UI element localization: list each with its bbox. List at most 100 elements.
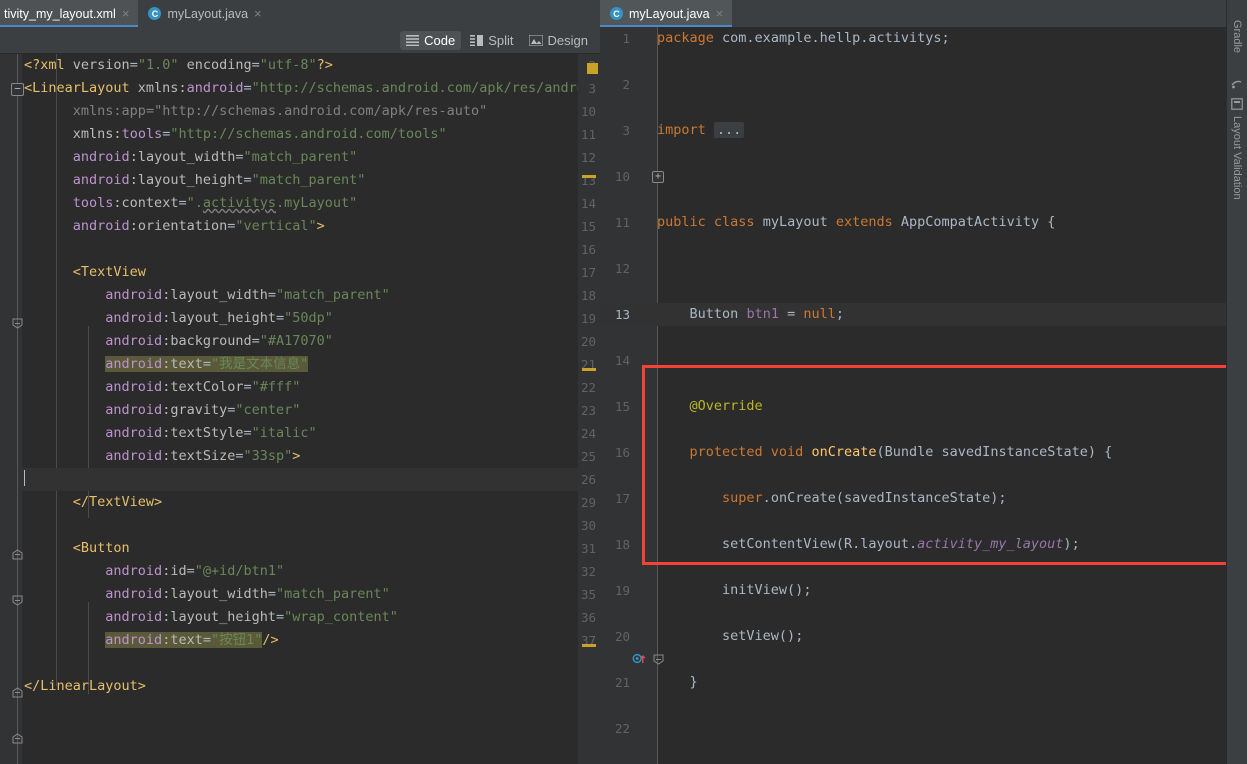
code-row: 11 <> public class myLayout extends AppC… (600, 211, 1227, 322)
gradle-icon (1231, 80, 1242, 89)
view-mode-label: Code (424, 32, 456, 48)
line-number: 20 (580, 334, 596, 349)
code-line: android:gravity="center" (105, 402, 301, 418)
code-line: android:textStyle="italic" (105, 425, 317, 441)
view-mode-design[interactable]: Design (523, 31, 594, 50)
java-code-area[interactable]: 1 package com.example.hellp.activitys; 2… (600, 27, 1247, 764)
line-number: 21 (580, 357, 596, 372)
line-number: 11 (614, 215, 630, 230)
line-number: 10 (614, 169, 630, 184)
line-number: 15 (614, 399, 630, 414)
line-number: 26 (580, 472, 596, 487)
code-line: android:text="按钮1"/> (105, 632, 279, 648)
close-icon[interactable]: × (122, 7, 130, 20)
line-number: 14 (614, 353, 630, 368)
warning-marker[interactable] (582, 368, 596, 371)
java-lines[interactable]: 1 package com.example.hellp.activitys; 2… (600, 27, 1227, 736)
overriding-method-icon[interactable] (632, 652, 648, 665)
tool-window-layout-validation[interactable]: Layout Validation (1231, 116, 1243, 200)
code-line: <LinearLayout xmlns:android="http://sche… (24, 80, 600, 96)
code-line: xmlns:app="http://schemas.android.com/ap… (72, 103, 488, 119)
warning-marker[interactable] (582, 644, 596, 647)
layout-view-mode-toolbar: Code Split Design (0, 27, 600, 54)
line-number: 18 (580, 288, 596, 303)
code-view-icon (406, 34, 420, 46)
line-number: 31 (580, 541, 596, 556)
line-number: 2 (622, 77, 630, 92)
xml-line-number-gutter[interactable]: 2 3 10 11 12 13 14 15 16 17 18 19 20 21 … (578, 54, 600, 764)
code-line: android:layout_width="match_parent" (72, 149, 358, 165)
view-mode-split[interactable]: Split (464, 31, 519, 50)
code-row-current: 13 Button btn1 = null; (600, 303, 1227, 326)
code-line: <Button (72, 540, 130, 556)
tab-label: tivity_my_layout.xml (4, 6, 116, 21)
warning-marker[interactable] (587, 63, 598, 74)
line-number: 17 (580, 265, 596, 280)
view-mode-code[interactable]: Code (400, 30, 462, 50)
code-line: </LinearLayout> (24, 678, 146, 694)
xml-line-numbers: 2 3 10 11 12 13 14 15 16 17 18 19 20 21 … (578, 54, 600, 652)
line-number: 10 (580, 104, 596, 119)
code-line: <TextView (72, 264, 146, 280)
line-number: 15 (580, 219, 596, 234)
line-number: 37 (580, 633, 596, 648)
close-icon[interactable]: × (254, 7, 262, 20)
code-row: 10 (600, 165, 1227, 188)
line-number: 13 (614, 307, 630, 322)
code-line: android:layout_width="match_parent" (105, 586, 390, 602)
left-editor-tabbar: tivity_my_layout.xml × C myLayout.java × (0, 0, 600, 27)
line-number: 36 (580, 610, 596, 625)
code-row: 21 } (600, 671, 1227, 694)
fold-marker-linearlayout-end[interactable] (11, 733, 24, 746)
tab-activity-my-layout-xml[interactable]: tivity_my_layout.xml × (0, 0, 139, 27)
line-number: 1 (622, 31, 630, 46)
code-line: android:layout_height="50dp" (105, 310, 333, 326)
code-row: 16 protected void onCreate(Bundle savedI… (600, 441, 1227, 665)
xml-lines[interactable]: <?xml version="1.0" encoding="utf-8"?> <… (22, 54, 600, 698)
line-number: 13 (580, 173, 596, 188)
code-row: 19 initView(); (600, 579, 1227, 602)
design-view-icon (528, 34, 543, 46)
code-row: 14 (600, 349, 1227, 372)
code-line: android:layout_height="wrap_content" (105, 609, 398, 625)
code-line: </TextView> (72, 494, 163, 510)
android-studio-editor: tivity_my_layout.xml × C myLayout.java ×… (0, 0, 1247, 764)
line-number: 12 (614, 261, 630, 276)
code-row: 2 (600, 73, 1227, 96)
code-line: android:layout_width="match_parent" (105, 287, 390, 303)
code-row: 1 package com.example.hellp.activitys; (600, 27, 1227, 50)
code-line: xmlns:tools="http://schemas.android.com/… (72, 126, 447, 142)
tab-label: myLayout.java (167, 6, 249, 21)
tab-mylayout-java[interactable]: C myLayout.java × (138, 0, 270, 27)
tool-window-gradle[interactable]: Gradle (1231, 20, 1243, 53)
line-number: 3 (588, 81, 596, 96)
tab-mylayout-java-active[interactable]: C myLayout.java × (600, 0, 733, 27)
code-row: 3 + import ... (600, 119, 1227, 183)
text-caret (24, 470, 25, 486)
code-row: 15 @Override (600, 395, 1227, 418)
line-number: 12 (580, 150, 596, 165)
split-view-icon (470, 34, 484, 46)
code-line: android:id="@+id/btn1" (105, 563, 285, 579)
java-class-icon: C (610, 7, 623, 20)
code-line: <?xml version="1.0" encoding="utf-8"?> (24, 57, 333, 73)
line-number: 22 (614, 721, 630, 736)
code-line: android:layout_height="match_parent" (72, 172, 366, 188)
xml-editor-pane: tivity_my_layout.xml × C myLayout.java ×… (0, 0, 600, 764)
warning-marker[interactable] (582, 175, 596, 178)
line-number: 19 (614, 583, 630, 598)
fold-marker-oncreate[interactable] (652, 654, 664, 666)
java-editor-pane: C myLayout.java × 1 package com.example.… (600, 0, 1247, 764)
code-line: android:background="#A17070" (105, 333, 333, 349)
line-number: 24 (580, 426, 596, 441)
collapsed-imports[interactable]: ... (713, 122, 745, 138)
close-icon[interactable]: × (716, 7, 724, 20)
code-line: android:textSize="33sp"> (105, 448, 301, 464)
xml-code-area[interactable]: − <?xml version="1.0" encoding="utf-8"?> (0, 54, 600, 764)
code-line: tools:context=".activitys.myLayout" (72, 195, 358, 211)
view-mode-label: Split (488, 32, 514, 48)
line-number: 20 (614, 629, 630, 644)
line-number: 29 (580, 495, 596, 510)
